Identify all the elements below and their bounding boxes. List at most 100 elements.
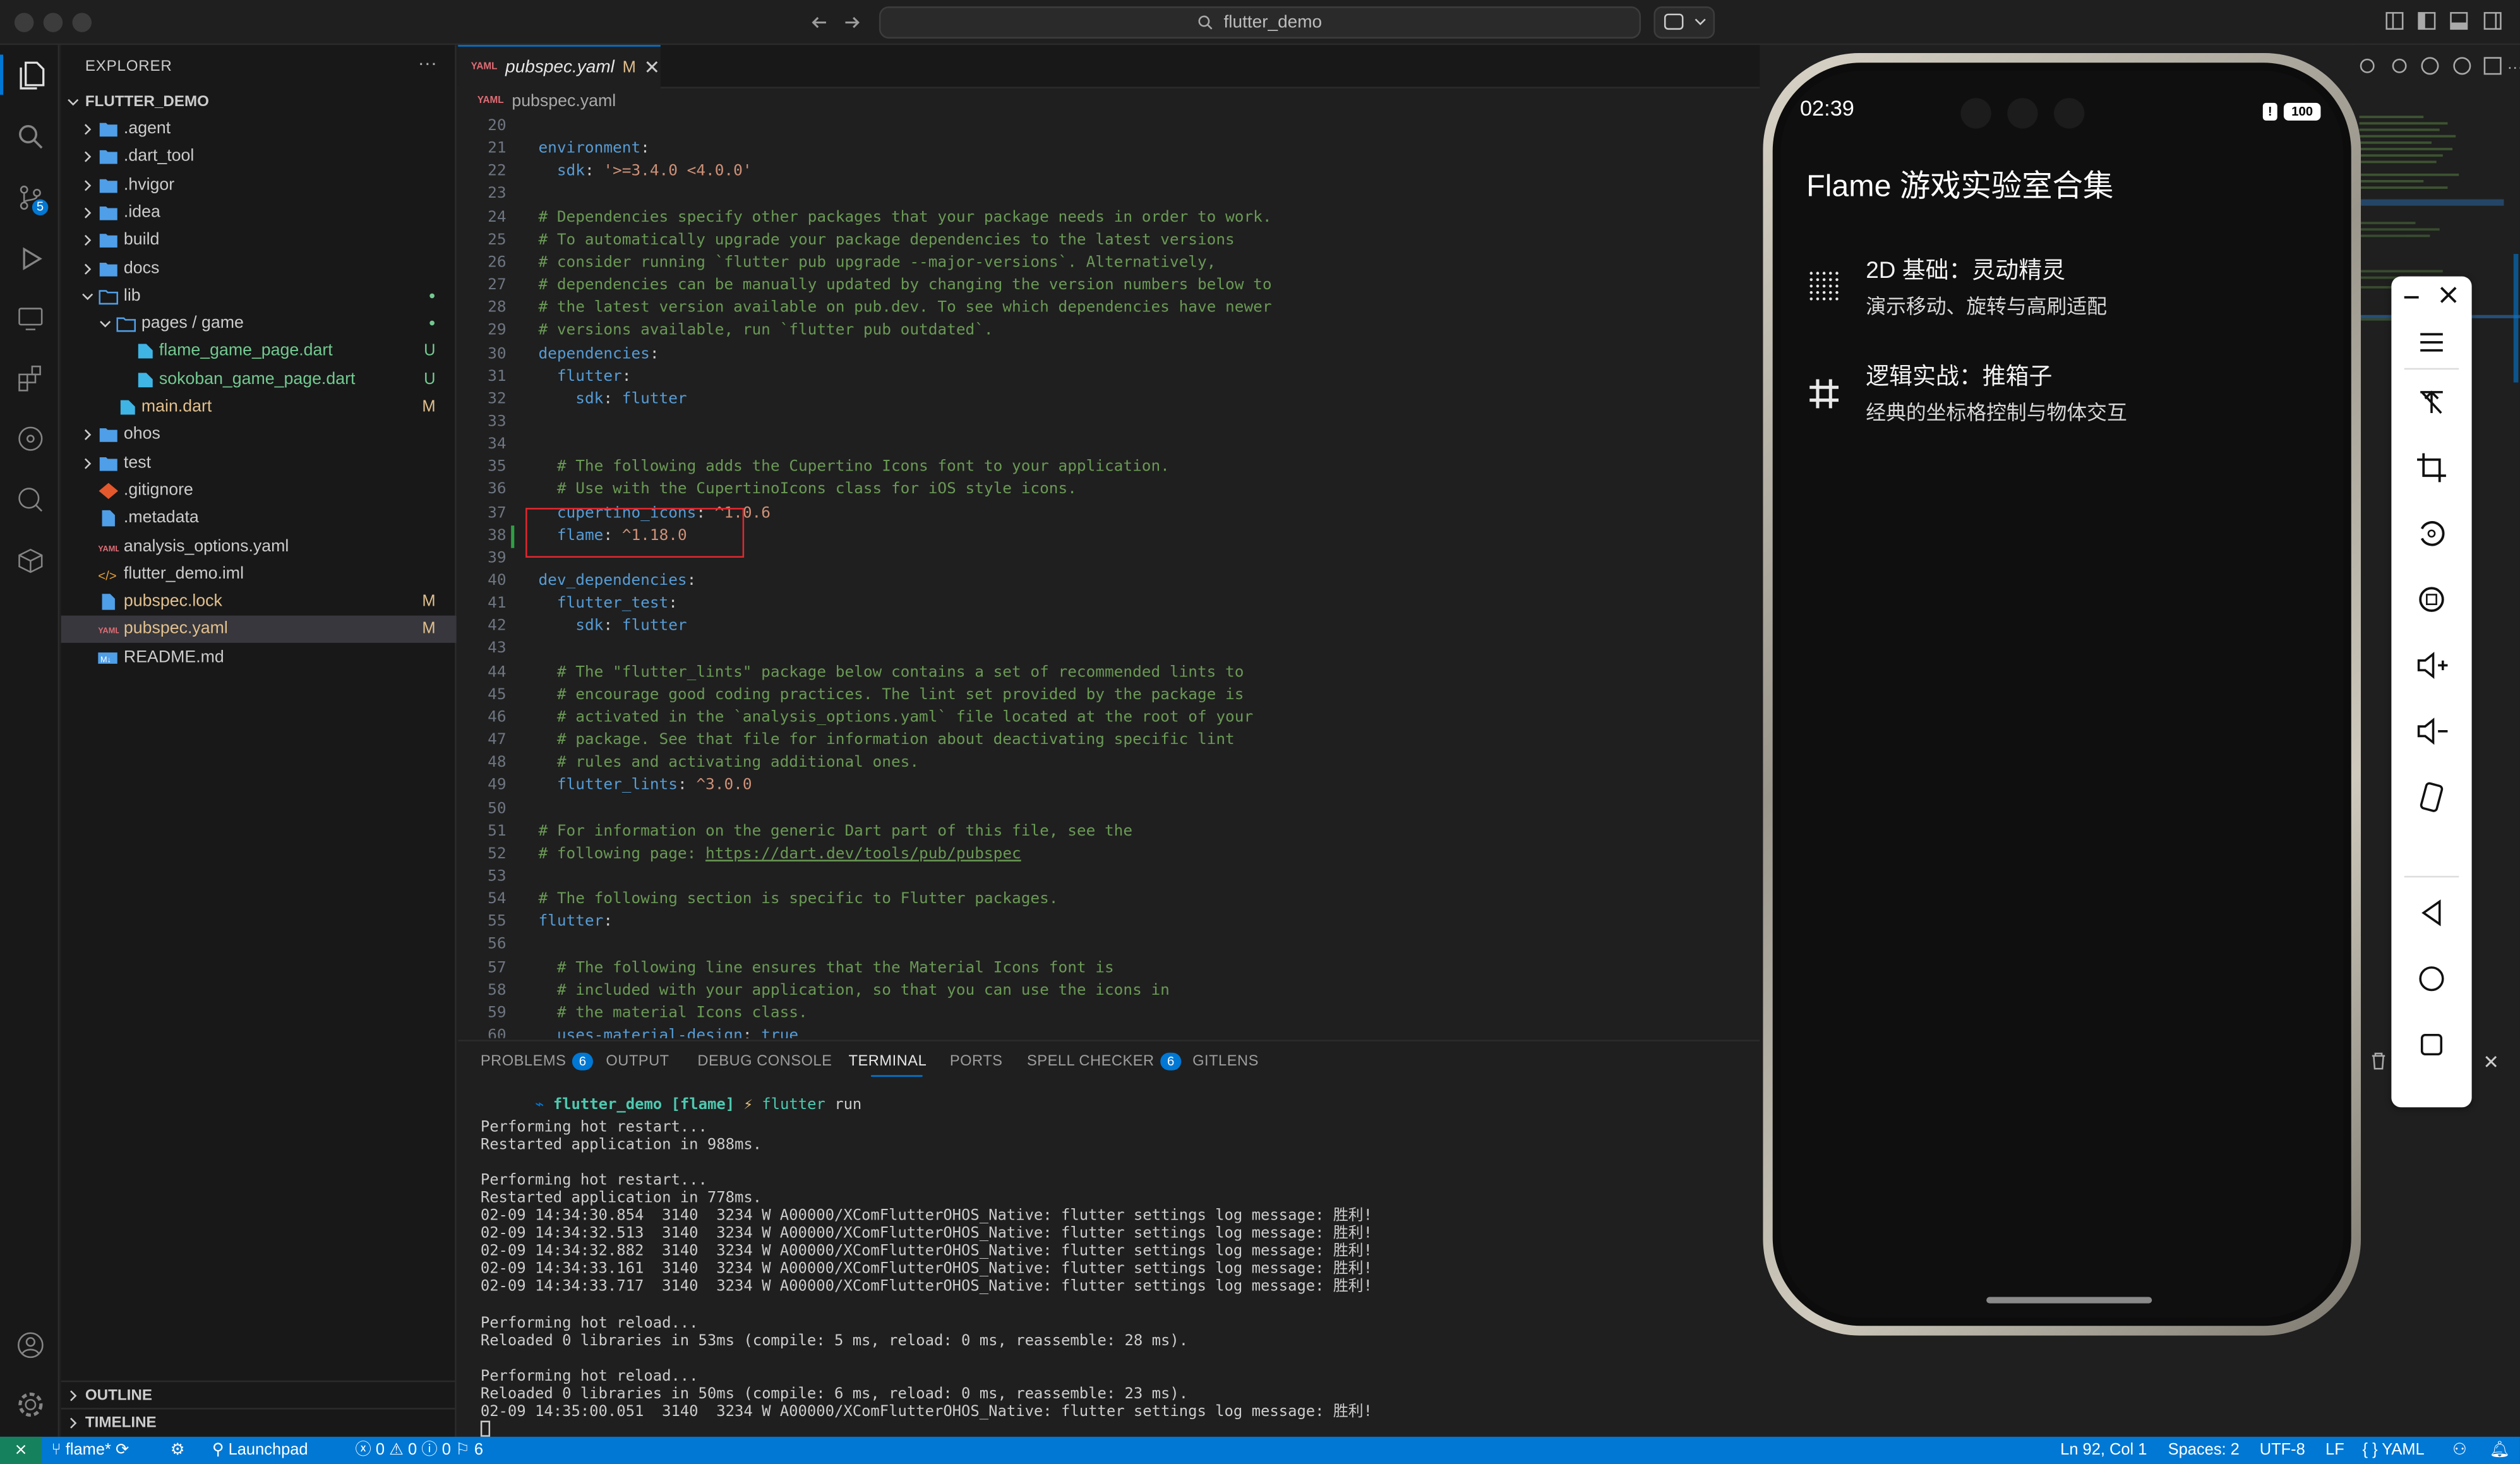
tree-item[interactable]: pages / game ● (61, 310, 457, 337)
toggle-sidebar-icon[interactable] (2417, 11, 2437, 31)
encoding[interactable]: UTF-8 (2260, 1437, 2305, 1464)
code-line[interactable]: 36 # Use with the CupertinoIcons class f… (458, 479, 1760, 502)
code-line[interactable]: 57 # The following line ensures that the… (458, 957, 1760, 980)
tree-item[interactable]: </> flutter_demo.iml (61, 561, 457, 588)
maximize-window-button[interactable] (72, 13, 92, 32)
source-control-icon[interactable]: 5 (9, 177, 50, 217)
toggle-panel-icon[interactable] (2449, 11, 2469, 31)
volume-down-icon[interactable] (2412, 712, 2451, 750)
code-line[interactable]: 29 # versions available, run `flutter pub… (458, 320, 1760, 343)
tree-item[interactable]: build (61, 227, 457, 254)
close-panel-icon[interactable]: ✕ (2483, 1051, 2499, 1074)
package-icon[interactable] (9, 540, 50, 580)
problems-status[interactable]: ⓧ 0 ⚠ 0 ⓘ 0 ⚐ 6 (355, 1437, 483, 1464)
code-line[interactable]: 34 (458, 434, 1760, 457)
pin-off-icon[interactable] (2412, 383, 2451, 421)
tree-item[interactable]: main.dart M (61, 393, 457, 421)
code-line[interactable]: 52 # following page: https://dart.dev/too… (458, 843, 1760, 866)
code-line[interactable]: 45 # encourage good coding practices. Th… (458, 684, 1760, 707)
tree-item[interactable]: sokoban_game_page.dart U (61, 366, 457, 393)
tree-item[interactable]: pubspec.lock M (61, 589, 457, 616)
chevron-icon[interactable] (80, 205, 95, 220)
code-line[interactable]: 28 # the latest version available on pub.… (458, 297, 1760, 320)
recents-square-icon[interactable] (2412, 1025, 2451, 1064)
shake-device-icon[interactable] (2412, 778, 2451, 817)
remote-indicator-icon[interactable]: ⨯ (0, 1436, 42, 1464)
chevron-icon[interactable] (80, 261, 95, 275)
panel-tab[interactable]: GITLENS (1192, 1053, 1259, 1069)
code-line[interactable]: 51 # For information on the generic Dart … (458, 820, 1760, 843)
home-indicator[interactable] (1986, 1297, 2152, 1304)
toggle-secondary-sidebar-icon[interactable] (2483, 11, 2502, 31)
gitlens-icon[interactable] (9, 418, 50, 459)
timeline-section[interactable]: TIMELINE (61, 1408, 457, 1435)
code-line[interactable]: 59 # the material Icons class. (458, 1002, 1760, 1025)
tree-item[interactable]: .gitignore (61, 477, 457, 504)
code-line[interactable]: 47 # package. See that file for informat… (458, 729, 1760, 752)
panel-tab[interactable]: PORTS (950, 1053, 1003, 1069)
editor-actions[interactable]: ··· (2356, 55, 2520, 78)
tree-item[interactable]: YAML analysis_options.yaml (61, 533, 457, 560)
code-line[interactable]: 35 # The following adds the Cupertino Ic… (458, 457, 1760, 479)
game-list-item[interactable]: 2D 基础：灵动精灵 演示移动、旋转与高刷适配 (1780, 235, 2343, 332)
close-window-button[interactable] (14, 13, 34, 32)
chevron-icon[interactable] (80, 233, 95, 248)
layout-customize-icon[interactable] (2385, 11, 2404, 31)
tree-item[interactable]: YAML pubspec.yaml M (61, 616, 457, 644)
code-line[interactable]: 54 # The following section is specific to… (458, 889, 1760, 911)
chevron-icon[interactable] (80, 289, 95, 304)
panel-tab[interactable]: SPELL CHECKER 6 (1027, 1052, 1182, 1071)
branch-indicator[interactable]: ⑂ flame* ⟳ (51, 1437, 129, 1464)
search-icon[interactable] (9, 116, 50, 156)
delete-terminal-icon[interactable] (2369, 1051, 2389, 1071)
code-line[interactable]: 25 # To automatically upgrade your packag… (458, 229, 1760, 252)
remote-explorer-icon[interactable] (9, 297, 50, 338)
language-mode[interactable]: { } YAML (2363, 1437, 2425, 1464)
code-line[interactable]: 40 dev_dependencies: (458, 570, 1760, 593)
notifications-bell-icon[interactable]: 🔔︎ (2490, 1437, 2510, 1464)
code-line[interactable]: 53 (458, 866, 1760, 889)
chevron-icon[interactable] (80, 150, 95, 164)
close-tab-icon[interactable]: ✕ (644, 56, 661, 79)
panel-tab[interactable]: TERMINAL (849, 1053, 927, 1069)
settings-gear-icon[interactable] (9, 1384, 50, 1424)
code-line[interactable]: 58 # included with your application, so … (458, 980, 1760, 1002)
game-list-item[interactable]: 逻辑实战：推箱子 经典的坐标格控制与物体交互 (1780, 340, 2343, 437)
explorer-icon[interactable] (0, 54, 59, 95)
code-line[interactable]: 49 flutter_lints: ^3.0.0 (458, 775, 1760, 798)
code-line[interactable]: 32 sdk: flutter (458, 388, 1760, 411)
end-of-line[interactable]: LF (2325, 1437, 2344, 1464)
code-line[interactable]: 27 # dependencies can be manually updated… (458, 275, 1760, 297)
testing-icon[interactable] (9, 479, 50, 519)
screenshot-icon[interactable] (2412, 580, 2451, 619)
outline-section[interactable]: OUTLINE (61, 1380, 457, 1408)
code-line[interactable]: 43 (458, 639, 1760, 661)
chevron-icon[interactable] (80, 177, 95, 192)
tree-item[interactable]: .agent (61, 116, 457, 143)
phone-screen[interactable]: 02:39 ! 100 Flame 游戏实验室合集 2D 基础：灵动精灵 演示移动… (1780, 70, 2344, 1318)
panel-tab[interactable]: PROBLEMS 6 (481, 1052, 593, 1071)
tree-item[interactable]: .hvigor (61, 171, 457, 198)
tree-item[interactable]: M↓ README.md (61, 644, 457, 671)
chevron-icon[interactable] (80, 122, 95, 136)
code-line[interactable]: 55 flutter: (458, 911, 1760, 934)
code-line[interactable]: 23 (458, 184, 1760, 207)
tree-item[interactable]: .dart_tool (61, 143, 457, 171)
chevron-icon[interactable] (80, 456, 95, 471)
run-debug-icon[interactable] (9, 238, 50, 279)
code-line[interactable]: 48 # rules and activating additional one… (458, 752, 1760, 775)
workspace-root[interactable]: FLUTTER_DEMO (61, 88, 457, 116)
code-line[interactable]: 42 sdk: flutter (458, 616, 1760, 639)
gitlens-status-icon[interactable]: ⚙ (171, 1437, 185, 1464)
rotate-icon[interactable] (2412, 514, 2451, 553)
back-arrow-icon[interactable] (808, 11, 831, 34)
panel-tab[interactable]: OUTPUT (606, 1053, 669, 1069)
minimize-icon[interactable] (2399, 277, 2425, 315)
code-line[interactable]: 26 # consider running `flutter pub upgrad… (458, 252, 1760, 275)
tree-item[interactable]: lib ● (61, 282, 457, 309)
code-line[interactable]: 24 # Dependencies specify other packages … (458, 207, 1760, 229)
extensions-icon[interactable] (9, 357, 50, 397)
tree-item[interactable]: ohos (61, 421, 457, 448)
minimize-window-button[interactable] (43, 13, 63, 32)
breadcrumb-file[interactable]: pubspec.yaml (512, 92, 616, 111)
